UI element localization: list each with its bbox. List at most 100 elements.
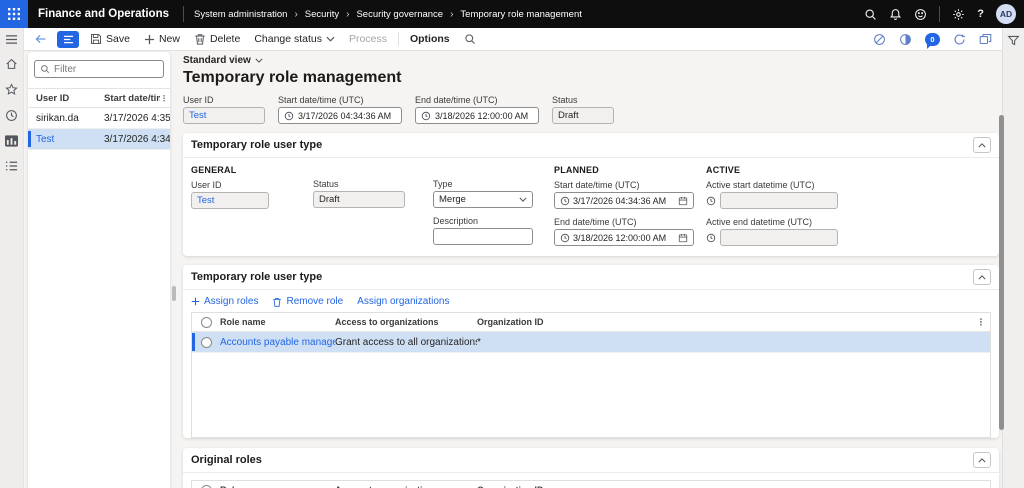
user-id-value[interactable]: Test xyxy=(197,195,214,206)
breadcrumb-item-group[interactable]: Security governance xyxy=(356,9,443,20)
section-original-roles: Original roles Role name Access to organ… xyxy=(183,448,999,488)
status-label: Status xyxy=(313,179,433,189)
breadcrumb-item-module[interactable]: System administration xyxy=(194,9,287,20)
search-icon[interactable] xyxy=(864,8,877,21)
col-role-name[interactable]: Role name xyxy=(220,317,335,327)
end-datetime-label: End date/time (UTC) xyxy=(415,95,539,105)
refresh-icon[interactable] xyxy=(953,33,966,46)
remove-role-button[interactable]: Remove role xyxy=(272,296,343,307)
favorites-star-icon[interactable] xyxy=(5,83,18,96)
section-assigned-roles-header[interactable]: Temporary role user type xyxy=(183,265,999,290)
panel-splitter[interactable] xyxy=(170,52,177,488)
breadcrumb-item-page[interactable]: Temporary role management xyxy=(460,9,581,20)
status-value: Draft xyxy=(319,194,340,205)
row-selector-radio[interactable] xyxy=(192,337,220,348)
topbar-divider xyxy=(183,6,184,22)
open-in-new-window-icon[interactable] xyxy=(979,33,992,45)
notifications-bell-icon[interactable] xyxy=(889,8,902,21)
grid-header-row[interactable]: Role name Access to organizations Organi… xyxy=(192,313,990,332)
section-original-roles-header[interactable]: Original roles xyxy=(183,448,999,473)
list-col-user-id[interactable]: User ID xyxy=(28,93,100,104)
list-pane-toggle-button[interactable] xyxy=(57,31,79,48)
circle-slash-icon[interactable] xyxy=(873,33,886,46)
list-col-start[interactable]: Start date/time (U xyxy=(100,93,160,104)
save-icon xyxy=(90,33,102,45)
clock-icon xyxy=(706,196,716,206)
collapse-section-button[interactable] xyxy=(973,137,991,153)
end-datetime-field[interactable]: 3/18/2026 12:00:00 AM xyxy=(415,107,539,124)
filter-search-icon xyxy=(40,64,50,74)
planned-start-field[interactable]: 3/17/2026 04:34:36 AM xyxy=(554,192,694,209)
calendar-icon[interactable] xyxy=(678,196,688,206)
breadcrumb-item-area[interactable]: Security xyxy=(305,9,339,20)
user-id-value[interactable]: Test xyxy=(189,110,206,121)
view-selector[interactable]: Standard view xyxy=(183,55,999,66)
planned-end-field[interactable]: 3/18/2026 12:00:00 AM xyxy=(554,229,694,246)
settings-gear-icon[interactable] xyxy=(952,8,965,21)
filter-input[interactable] xyxy=(54,64,158,75)
delete-button[interactable]: Delete xyxy=(187,29,247,50)
chevron-down-icon xyxy=(255,58,263,63)
collapse-section-button[interactable] xyxy=(973,269,991,285)
options-button[interactable]: Options xyxy=(403,29,457,50)
menu-icon[interactable] xyxy=(5,34,18,45)
user-id-label: User ID xyxy=(191,180,313,190)
filter-funnel-icon[interactable] xyxy=(1007,34,1020,488)
change-status-button[interactable]: Change status xyxy=(247,29,342,50)
delete-label: Delete xyxy=(210,33,240,45)
list-header-more-icon[interactable]: ⋮ xyxy=(160,94,170,103)
role-name-link[interactable]: Accounts payable manager xyxy=(220,337,335,348)
command-bar: Save New Delete Change status Process Op… xyxy=(24,28,1002,51)
type-dropdown[interactable]: Merge xyxy=(433,191,533,208)
list-item[interactable]: sirikan.da 3/17/2026 4:35:24 xyxy=(28,108,170,129)
list-item-selected[interactable]: Test 3/17/2026 4:34:36 xyxy=(28,129,170,150)
grid-empty-area xyxy=(192,353,990,437)
workspaces-icon[interactable] xyxy=(5,135,18,147)
list-filter-field[interactable] xyxy=(34,60,164,78)
user-id-label: User ID xyxy=(183,95,265,105)
active-end-label: Active end datetime (UTC) xyxy=(706,217,989,227)
clock-icon xyxy=(560,196,570,206)
list-item-start: 3/17/2026 4:35:24 xyxy=(100,113,170,124)
assign-roles-button[interactable]: Assign roles xyxy=(191,296,258,307)
save-button[interactable]: Save xyxy=(83,29,137,50)
user-avatar[interactable]: AD xyxy=(996,4,1016,24)
user-id-field[interactable]: Test xyxy=(191,192,269,209)
list-item-user-id: Test xyxy=(28,134,100,145)
calendar-icon[interactable] xyxy=(678,233,688,243)
vertical-scrollbar[interactable] xyxy=(999,60,1004,488)
main-content: Standard view Temporary role management … xyxy=(177,51,999,488)
list-item-user-id: sirikan.da xyxy=(28,113,100,124)
feedback-smiley-icon[interactable] xyxy=(914,8,927,21)
command-search-icon[interactable] xyxy=(457,29,483,50)
trash-icon xyxy=(272,297,282,307)
access-cell: Grant access to all organizations xyxy=(335,337,477,348)
table-row-selected[interactable]: Accounts payable manager Grant access to… xyxy=(192,332,990,353)
grid-header-row[interactable]: Role name Access to organizations Organi… xyxy=(192,481,990,488)
app-launcher-waffle-icon[interactable] xyxy=(0,0,28,28)
modules-list-icon[interactable] xyxy=(5,160,18,172)
scrollbar-thumb[interactable] xyxy=(999,115,1004,430)
app-title[interactable]: Finance and Operations xyxy=(28,8,183,20)
select-all-radio[interactable] xyxy=(192,317,220,328)
description-field[interactable] xyxy=(433,228,533,245)
back-button[interactable] xyxy=(28,29,53,50)
messages-badge[interactable]: 0 xyxy=(925,33,940,46)
grid-more-icon[interactable]: ⋮ xyxy=(972,317,990,328)
clock-icon xyxy=(421,111,431,121)
help-icon[interactable]: ? xyxy=(977,8,984,20)
list-header-row[interactable]: User ID Start date/time (U ⋮ xyxy=(28,88,170,108)
user-id-field[interactable]: Test xyxy=(183,107,265,124)
new-button[interactable]: New xyxy=(137,29,187,50)
start-datetime-field[interactable]: 3/17/2026 04:34:36 AM xyxy=(278,107,402,124)
assign-organizations-button[interactable]: Assign organizations xyxy=(357,296,449,307)
collapse-section-button[interactable] xyxy=(973,452,991,468)
recent-clock-icon[interactable] xyxy=(5,109,18,122)
section-general-header[interactable]: Temporary role user type xyxy=(183,133,999,158)
col-org-id[interactable]: Organization ID xyxy=(477,317,972,327)
home-icon[interactable] xyxy=(5,58,18,70)
col-access[interactable]: Access to organizations xyxy=(335,317,477,327)
splitter-handle[interactable] xyxy=(172,286,176,301)
contrast-icon[interactable] xyxy=(899,33,912,46)
select-all-radio[interactable] xyxy=(192,485,220,488)
